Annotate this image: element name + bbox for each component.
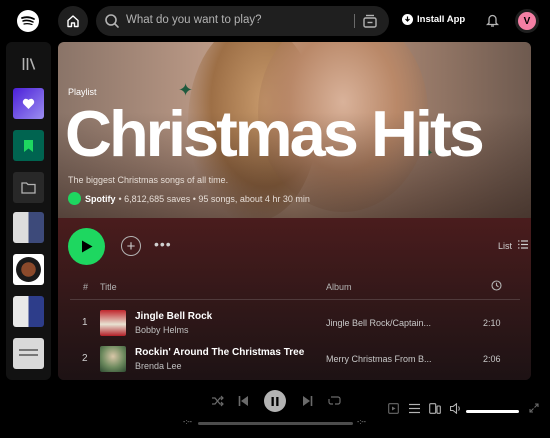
playlist-header: ✦ ✦ Playlist Christmas Hits The biggest …	[58, 42, 531, 222]
spotify-owner-icon	[68, 192, 81, 205]
track-duration: 2:10	[483, 318, 501, 328]
sidebar	[6, 42, 51, 380]
track-artist[interactable]: Brenda Lee	[135, 361, 182, 371]
connect-device-icon[interactable]	[429, 403, 441, 414]
playlist-meta: Spotify • 6,812,685 saves • 95 songs, ab…	[68, 192, 310, 205]
folder-icon	[21, 182, 36, 194]
clock-icon	[491, 280, 502, 291]
home-button[interactable]	[58, 6, 88, 36]
elapsed-time: -:--	[183, 419, 192, 426]
fullscreen-icon[interactable]	[529, 403, 539, 413]
sidebar-item-playlist-cover[interactable]	[13, 254, 44, 285]
track-number: 2	[82, 353, 88, 364]
track-album[interactable]: Jingle Bell Rock/Captain...	[326, 318, 446, 328]
now-playing-view-icon[interactable]	[388, 403, 399, 414]
play-button[interactable]	[68, 228, 105, 265]
search-bar[interactable]: What do you want to play?	[96, 6, 389, 36]
sidebar-item-playlist-cover[interactable]	[13, 338, 44, 369]
column-header-number: #	[83, 282, 89, 292]
view-label: List	[498, 240, 513, 251]
sidebar-item-folder[interactable]	[13, 172, 44, 203]
sidebar-item-playlist-cover[interactable]	[13, 296, 44, 327]
track-artist[interactable]: Bobby Helms	[135, 325, 189, 335]
playlist-description: The biggest Christmas songs of all time.	[68, 175, 229, 185]
track-row[interactable]: 1 Jingle Bell Rock Bobby Helms Jingle Be…	[70, 306, 520, 340]
track-number: 1	[82, 317, 88, 328]
shuffle-icon[interactable]	[211, 395, 224, 407]
search-input[interactable]: What do you want to play?	[126, 14, 262, 26]
track-title[interactable]: Rockin' Around The Christmas Tree	[135, 347, 304, 358]
install-app-label: Install App	[417, 14, 466, 25]
play-pause-button[interactable]	[264, 390, 286, 412]
track-cover-art	[100, 346, 126, 372]
top-bar: What do you want to play? Install App V	[0, 0, 550, 42]
spotify-logo-icon[interactable]	[17, 10, 39, 32]
repeat-icon[interactable]	[328, 395, 341, 407]
heart-icon	[22, 98, 35, 109]
view-toggle-button[interactable]: List	[498, 240, 529, 251]
playlist-title: Christmas Hits	[65, 97, 485, 170]
sidebar-item-liked-songs[interactable]	[13, 88, 44, 119]
pause-icon	[271, 396, 279, 406]
home-icon	[67, 15, 79, 28]
header-divider	[70, 299, 520, 300]
install-app-button[interactable]: Install App	[402, 14, 465, 25]
volume-icon[interactable]	[450, 403, 462, 414]
track-cover-art	[100, 310, 126, 336]
library-icon[interactable]	[21, 56, 37, 72]
track-album[interactable]: Merry Christmas From B...	[326, 354, 446, 364]
download-icon	[402, 14, 413, 25]
bookmark-icon	[24, 139, 33, 152]
more-options-button[interactable]: •••	[154, 236, 172, 252]
playback-progress-bar[interactable]	[198, 422, 353, 425]
volume-slider[interactable]	[466, 410, 519, 413]
queue-icon[interactable]	[409, 403, 420, 414]
list-icon	[518, 240, 529, 251]
browse-icon[interactable]	[362, 13, 378, 29]
next-track-icon[interactable]	[302, 395, 313, 407]
notification-bell-icon[interactable]	[486, 13, 499, 27]
player-bar: -:-- -:--	[0, 384, 550, 438]
search-icon	[105, 14, 119, 28]
column-header-album[interactable]: Album	[326, 282, 352, 292]
column-header-title[interactable]: Title	[100, 282, 117, 292]
tracklist-section: + ••• List # Title Album 1 Jingle Bell R…	[58, 218, 531, 380]
owner-link[interactable]: Spotify	[85, 194, 116, 204]
play-icon	[81, 240, 92, 253]
plus-icon: +	[126, 237, 136, 255]
track-row[interactable]: 2 Rockin' Around The Christmas Tree Bren…	[70, 342, 520, 376]
track-title[interactable]: Jingle Bell Rock	[135, 311, 212, 322]
sidebar-item-your-episodes[interactable]	[13, 130, 44, 161]
track-duration: 2:06	[483, 354, 501, 364]
main-view: ✦ ✦ Playlist Christmas Hits The biggest …	[58, 42, 531, 380]
previous-track-icon[interactable]	[238, 395, 249, 407]
sidebar-item-playlist-cover[interactable]	[13, 212, 44, 243]
search-divider	[354, 14, 355, 28]
add-to-library-button[interactable]: +	[121, 236, 141, 256]
user-avatar[interactable]: V	[515, 9, 539, 33]
playlist-stats: • 6,812,685 saves • 95 songs, about 4 hr…	[118, 193, 310, 204]
total-time: -:--	[357, 419, 366, 426]
